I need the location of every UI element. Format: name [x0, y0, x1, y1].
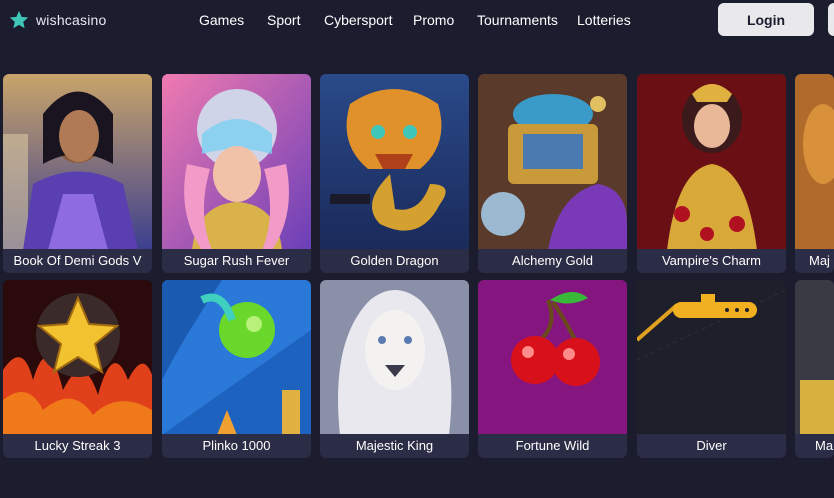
- nav-promo[interactable]: Promo: [413, 12, 454, 28]
- game-title: Lucky Streak 3: [3, 434, 152, 458]
- game-card-lucky-streak-3[interactable]: Lucky Streak 3: [3, 280, 152, 458]
- game-title: Book Of Demi Gods V: [3, 249, 152, 273]
- star-icon: [8, 9, 30, 31]
- nav-sport[interactable]: Sport: [267, 12, 300, 28]
- game-thumbnail: [320, 74, 469, 250]
- game-thumbnail: [162, 74, 311, 250]
- nav-tournaments[interactable]: Tournaments: [477, 12, 558, 28]
- nav-lotteries[interactable]: Lotteries: [577, 12, 631, 28]
- top-header: wishcasino Games Sport Cybersport Promo …: [0, 0, 834, 40]
- game-thumbnail: [795, 280, 834, 435]
- game-card-golden-dragon[interactable]: Golden Dragon: [320, 74, 469, 273]
- nav-cybersport[interactable]: Cybersport: [324, 12, 392, 28]
- game-card-ma[interactable]: Ma: [795, 280, 834, 458]
- register-button-edge[interactable]: [828, 3, 834, 36]
- game-title: Majestic King: [320, 434, 469, 458]
- game-title: Diver: [637, 434, 786, 458]
- game-card-diver[interactable]: Diver: [637, 280, 786, 458]
- game-card-vampires-charm[interactable]: Vampire's Charm: [637, 74, 786, 273]
- game-card-plinko-1000[interactable]: Plinko 1000: [162, 280, 311, 458]
- game-title: Plinko 1000: [162, 434, 311, 458]
- game-card-maj[interactable]: Maj: [795, 74, 834, 273]
- game-thumbnail: [637, 74, 786, 250]
- game-title: Vampire's Charm: [637, 249, 786, 273]
- game-thumbnail: [3, 74, 152, 250]
- game-thumbnail: [3, 280, 152, 435]
- game-thumbnail: [795, 74, 834, 250]
- game-thumbnail: [478, 74, 627, 250]
- game-thumbnail: [637, 280, 786, 435]
- game-title: Ma: [795, 434, 834, 458]
- game-card-alchemy-gold[interactable]: Alchemy Gold: [478, 74, 627, 273]
- game-title: Alchemy Gold: [478, 249, 627, 273]
- game-card-majestic-king[interactable]: Majestic King: [320, 280, 469, 458]
- game-thumbnail: [320, 280, 469, 435]
- brand-logo[interactable]: wishcasino: [8, 9, 106, 31]
- game-card-sugar-rush-fever[interactable]: Sugar Rush Fever: [162, 74, 311, 273]
- game-thumbnail: [162, 280, 311, 435]
- game-card-fortune-wild[interactable]: Fortune Wild: [478, 280, 627, 458]
- game-card-book-of-demi-gods-v[interactable]: Book Of Demi Gods V: [3, 74, 152, 273]
- game-title: Sugar Rush Fever: [162, 249, 311, 273]
- nav-games[interactable]: Games: [199, 12, 244, 28]
- game-thumbnail: [478, 280, 627, 435]
- login-button[interactable]: Login: [718, 3, 814, 36]
- brand-name: wishcasino: [36, 12, 107, 28]
- game-title: Maj: [795, 249, 834, 273]
- game-title: Golden Dragon: [320, 249, 469, 273]
- game-title: Fortune Wild: [478, 434, 627, 458]
